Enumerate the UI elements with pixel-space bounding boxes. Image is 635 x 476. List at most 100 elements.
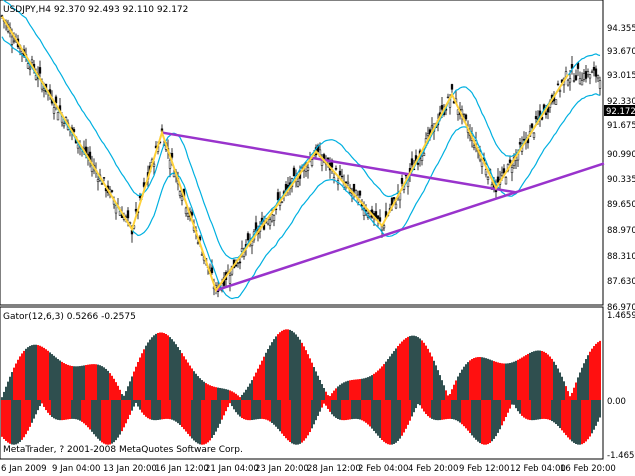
gator-bar-lower <box>399 400 401 439</box>
gator-bar-lower <box>519 400 521 414</box>
gator-bar-lower <box>163 400 165 420</box>
gator-bar-upper <box>73 366 75 400</box>
gator-bar-upper <box>543 351 545 400</box>
gator-bar-upper <box>187 362 189 400</box>
gator-bar-upper <box>355 379 357 400</box>
gator-bar-lower <box>357 400 359 420</box>
gator-bar-lower <box>51 400 53 417</box>
gator-bar-lower <box>325 400 327 406</box>
gator-bar-upper <box>313 367 315 400</box>
gator-bar-lower <box>477 400 479 442</box>
gator-bar-upper <box>401 341 403 400</box>
candle-body <box>400 177 404 184</box>
gator-bar-lower <box>57 400 59 420</box>
candle-body <box>496 176 500 183</box>
gator-bar-lower <box>1 400 3 437</box>
candle-body <box>334 167 338 170</box>
candle-body <box>190 212 194 216</box>
gator-bar-lower <box>531 400 533 421</box>
gator-bar-lower <box>263 400 265 420</box>
gator-bar-upper <box>479 357 481 400</box>
gator-bar-lower <box>397 400 399 441</box>
gator-bar-upper <box>587 355 589 400</box>
gator-bar-upper <box>503 363 505 400</box>
gator-bar-upper <box>97 364 99 400</box>
gator-bar-upper <box>185 359 187 400</box>
gator-bar-lower <box>105 400 107 445</box>
gator-bar-upper <box>249 383 251 400</box>
gator-bar-lower <box>347 400 349 420</box>
gator-bar-upper <box>149 339 151 400</box>
gator-bar-lower <box>475 400 477 440</box>
gator-bar-upper <box>369 376 371 400</box>
gator-bar-upper <box>107 370 109 400</box>
gator-bar-upper <box>361 378 363 400</box>
gator-bar-upper <box>297 336 299 400</box>
gator-bar-lower <box>199 400 201 445</box>
gator-bar-lower <box>555 400 557 425</box>
gator-bar-upper <box>175 344 177 400</box>
price-tick: 89.650 <box>607 200 635 210</box>
gator-bar-upper <box>1 397 3 400</box>
gator-bar-lower <box>281 400 283 434</box>
candle-body <box>420 155 424 161</box>
candle-body <box>450 84 454 90</box>
gator-bar-lower <box>123 400 125 428</box>
gator-bar-upper <box>209 385 211 400</box>
gator-bar-lower <box>553 400 555 423</box>
gator-bar-upper <box>393 351 395 400</box>
gator-bar-lower <box>107 400 109 445</box>
gator-bar-upper <box>255 372 257 400</box>
gator-bar-upper <box>5 386 7 400</box>
gator-bar-lower <box>441 400 443 420</box>
gator-bar-lower <box>511 400 513 405</box>
gator-bar-lower <box>151 400 153 420</box>
gator-bar-upper <box>403 339 405 400</box>
gator-bar-upper <box>363 378 365 400</box>
candle-body <box>522 139 526 141</box>
gator-bar-upper <box>343 382 345 400</box>
gator-bar-upper <box>275 336 277 400</box>
gator-bar-lower <box>191 400 193 439</box>
gator-bar-upper <box>507 363 509 400</box>
gator-bar-upper <box>201 380 203 400</box>
candle-body <box>134 208 138 212</box>
gator-bar-upper <box>567 391 569 400</box>
gator-bar-upper <box>115 382 117 400</box>
gator-bar-upper <box>589 351 591 400</box>
gator-bar-lower <box>169 400 171 420</box>
candle-body <box>544 112 548 115</box>
chart-canvas[interactable]: USDJPY,H4 92.370 92.493 92.110 92.172 Ga… <box>0 0 635 476</box>
gator-bar-upper <box>381 366 383 400</box>
time-tick: 28 Jan 12:00 <box>307 464 361 474</box>
gator-bar-lower <box>103 400 105 444</box>
gator-bar-lower <box>89 400 91 430</box>
gator-bar-lower <box>301 400 303 443</box>
gator-bar-lower <box>19 400 21 442</box>
gator-bar-upper <box>207 384 209 400</box>
gator-bar-lower <box>39 400 41 407</box>
gator-bar-lower <box>275 400 277 427</box>
candle-body <box>500 172 504 176</box>
gator-bar-lower <box>253 400 255 420</box>
gator-bar-lower <box>329 400 331 412</box>
time-tick: 13 Jan 20:00 <box>103 464 157 474</box>
gator-bar-lower <box>545 400 547 419</box>
gator-bar-upper <box>125 391 127 400</box>
gator-bar-lower <box>121 400 123 432</box>
gator-bar-upper <box>37 345 39 400</box>
gator-bar-upper <box>583 363 585 400</box>
gator-bar-upper <box>67 364 69 400</box>
gator-bar-upper <box>161 332 163 400</box>
candle-body <box>296 181 300 187</box>
gator-bar-upper <box>337 386 339 400</box>
gator-bar-upper <box>99 365 101 400</box>
gator-bar-lower <box>383 400 385 442</box>
gator-bar-upper <box>69 365 71 400</box>
gator-bar-lower <box>271 400 273 423</box>
gator-bar-upper <box>465 364 467 400</box>
candle-body <box>580 80 584 86</box>
gator-bar-upper <box>51 354 53 400</box>
gator-bar-lower <box>181 400 183 427</box>
gator-bar-lower <box>589 400 591 437</box>
